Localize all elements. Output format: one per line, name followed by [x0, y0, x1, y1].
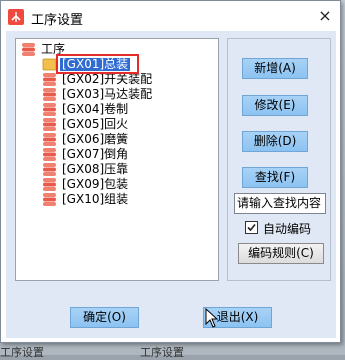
search-input[interactable]: 请输入查找内容 — [234, 193, 326, 214]
tree-item-label: [GX01]总装 — [60, 57, 131, 71]
database-icon — [42, 193, 57, 206]
edit-button[interactable]: 修改(E) — [242, 95, 308, 116]
database-icon — [42, 88, 57, 101]
tree-item-label: [GX03]马达装配 — [62, 87, 153, 101]
window-title: 工序设置 — [31, 13, 84, 28]
tree-item-label: [GX07]倒角 — [62, 147, 129, 161]
database-icon — [42, 133, 57, 146]
find-button[interactable]: 查找(F) — [242, 167, 308, 188]
tree-item-label: [GX04]卷制 — [62, 102, 129, 116]
database-icon — [42, 103, 57, 116]
tree-item-label: [GX08]压靠 — [62, 162, 129, 176]
tree-item-label: [GX05]回火 — [62, 117, 129, 131]
process-tree[interactable]: 工序 [GX01]总装 [GX02]开关装配 [GX03]马达装配 [GX04]… — [15, 38, 219, 281]
background-label: 工序设置 — [140, 346, 184, 359]
ok-button[interactable]: 确定(O) — [70, 307, 139, 328]
database-icon — [42, 178, 57, 191]
database-icon — [42, 118, 57, 131]
dialog-client-area: 工序 [GX01]总装 [GX02]开关装配 [GX03]马达装配 [GX04]… — [6, 31, 336, 338]
check-icon — [247, 223, 256, 232]
database-icon — [42, 148, 57, 161]
auto-code-checkbox[interactable] — [245, 221, 258, 234]
tree-item-label: [GX02]开关装配 — [62, 72, 153, 86]
folder-icon — [42, 58, 57, 71]
auto-code-label: 自动编码 — [263, 222, 312, 236]
database-icon — [21, 43, 36, 56]
close-icon[interactable]: × — [313, 5, 337, 27]
process-settings-dialog: 工序设置 × 工序 [GX01]总装 [GX02]开关装配 [GX03]马达装配… — [0, 0, 341, 343]
background-label: 工序设置 — [0, 346, 44, 359]
database-icon — [42, 163, 57, 176]
tree-item-label: [GX10]组装 — [62, 192, 129, 206]
title-bar[interactable]: 工序设置 × — [1, 1, 340, 31]
mouse-cursor-icon — [205, 308, 219, 328]
delete-button[interactable]: 删除(D) — [242, 131, 308, 152]
code-rule-button[interactable]: 编码规则(C) — [238, 243, 324, 264]
tree-root-label: 工序 — [41, 42, 66, 56]
app-icon — [8, 9, 24, 25]
tree-item-label: [GX06]磨簧 — [62, 132, 129, 146]
database-icon — [42, 73, 57, 86]
action-panel: 新增(A) 修改(E) 删除(D) 查找(F) 请输入查找内容 自动编码 编码规… — [227, 38, 331, 281]
tree-item-label: [GX09]包装 — [62, 177, 129, 191]
add-button[interactable]: 新增(A) — [242, 58, 308, 79]
